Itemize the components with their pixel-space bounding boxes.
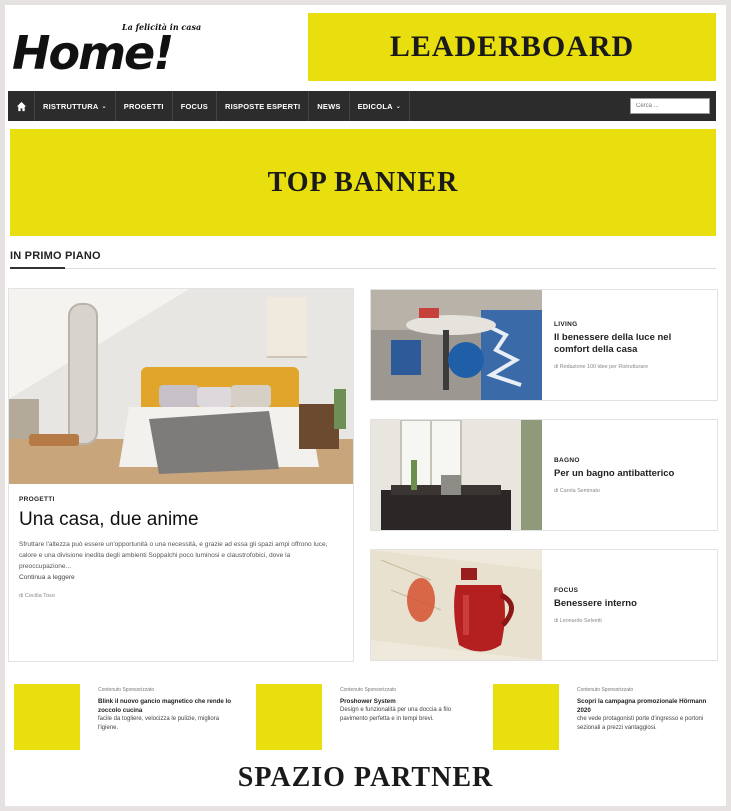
top-banner-ad[interactable]: TOP BANNER bbox=[10, 129, 716, 236]
article-title[interactable]: Il benessere della luce nel comfort dell… bbox=[554, 332, 709, 356]
sponsored-label: Contenuto Sponsorizzato bbox=[577, 687, 634, 693]
article-category[interactable]: LIVING bbox=[554, 321, 709, 328]
article-byline: di Leonardo Selvetti bbox=[554, 617, 602, 624]
side-article-bagno[interactable]: BAGNO Per un bagno antibatterico di Caro… bbox=[370, 419, 718, 531]
dining-photo bbox=[371, 290, 542, 400]
search-input[interactable] bbox=[630, 98, 710, 114]
bedroom-photo bbox=[9, 289, 353, 484]
side-article-focus[interactable]: FOCUS Benessere interno di Leonardo Selv… bbox=[370, 549, 718, 661]
article-title[interactable]: Una casa, due anime bbox=[19, 509, 344, 531]
nav-item-progetti[interactable]: PROGETTI bbox=[116, 91, 173, 121]
side-article-text: BAGNO Per un bagno antibatterico di Caro… bbox=[554, 420, 709, 530]
side-article-image[interactable] bbox=[371, 420, 542, 530]
article-category[interactable]: FOCUS bbox=[554, 587, 709, 594]
nav-item-edicola[interactable]: EDICOLA ⌄ bbox=[350, 91, 410, 121]
bathroom-photo bbox=[371, 420, 542, 530]
nav-item-label: FOCUS bbox=[180, 101, 208, 111]
featured-article[interactable]: PROGETTI Una casa, due anime Sfruttare l… bbox=[8, 288, 354, 662]
nav-item-label: RISTRUTTURA bbox=[43, 101, 99, 111]
nav-item-ristruttura[interactable]: RISTRUTTURA ⌄ bbox=[35, 91, 116, 121]
chevron-down-icon: ⌄ bbox=[101, 103, 107, 110]
site-logo[interactable]: La felicità in casa Home! bbox=[10, 12, 215, 82]
sponsored-label: Contenuto Sponsorizzato bbox=[98, 687, 155, 693]
sponsored-label: Contenuto Sponsorizzato bbox=[340, 687, 397, 693]
partner-space-label: SPAZIO PARTNER bbox=[237, 762, 494, 793]
side-article-text: FOCUS Benessere interno di Leonardo Selv… bbox=[554, 550, 709, 660]
nav-item-label: EDICOLA bbox=[357, 101, 393, 111]
sponsored-description: facile da togliere, velocizza le pulizie… bbox=[98, 716, 220, 731]
section-title: IN PRIMO PIANO bbox=[10, 250, 101, 262]
home-icon bbox=[16, 101, 26, 111]
sponsored-text: Contenuto Sponsorizzato Scopri la campag… bbox=[577, 687, 717, 733]
main-nav: RISTRUTTURA ⌄ PROGETTI FOCUS RISPOSTE ESP… bbox=[8, 91, 716, 121]
nav-item-news[interactable]: NEWS bbox=[309, 91, 350, 121]
sponsored-title[interactable]: Scopri la campagna promozionale Hörmann … bbox=[577, 697, 717, 715]
side-article-living[interactable]: LIVING Il benessere della luce nel comfo… bbox=[370, 289, 718, 401]
nav-item-risposte-esperti[interactable]: RISPOSTE ESPERTI bbox=[217, 91, 310, 121]
article-category[interactable]: PROGETTI bbox=[19, 496, 344, 503]
sponsored-thumbnail[interactable] bbox=[14, 684, 80, 750]
article-title[interactable]: Benessere interno bbox=[554, 598, 709, 610]
sponsored-thumbnail[interactable] bbox=[493, 684, 559, 750]
article-byline: di Carola Seminato bbox=[554, 487, 600, 494]
sponsored-title[interactable]: Proshower System bbox=[340, 697, 480, 706]
sponsored-text: Contenuto Sponsorizzato Proshower System… bbox=[340, 687, 480, 724]
nav-item-label: PROGETTI bbox=[123, 101, 164, 111]
sponsored-description: Design e funzionalità per una doccia a f… bbox=[340, 707, 452, 722]
article-byline: di Redazione 100 idee per Ristrutturare bbox=[554, 363, 649, 370]
leaderboard-ad[interactable]: LEADERBOARD bbox=[308, 13, 716, 81]
article-byline: di Cecilia Toso bbox=[19, 593, 55, 599]
featured-article-body: PROGETTI Una casa, due anime Sfruttare l… bbox=[19, 496, 344, 599]
sponsored-title[interactable]: Blink il nuovo gancio magnetico che rend… bbox=[98, 697, 238, 715]
nav-item-label: RISPOSTE ESPERTI bbox=[224, 101, 301, 111]
nav-home-button[interactable] bbox=[8, 91, 35, 121]
article-title[interactable]: Per un bagno antibatterico bbox=[554, 468, 709, 480]
thermos-photo bbox=[371, 550, 542, 660]
section-divider bbox=[10, 268, 716, 269]
logo-wordmark: Home! bbox=[12, 26, 174, 80]
chevron-down-icon: ⌄ bbox=[395, 103, 401, 110]
nav-item-focus[interactable]: FOCUS bbox=[173, 91, 217, 121]
sponsored-description: che vede protagonisti porte d'ingresso e… bbox=[577, 716, 704, 731]
featured-article-image[interactable] bbox=[9, 289, 353, 484]
article-category[interactable]: BAGNO bbox=[554, 457, 709, 464]
section-divider-accent bbox=[10, 267, 65, 269]
side-article-image[interactable] bbox=[371, 290, 542, 400]
sponsored-text: Contenuto Sponsorizzato Blink il nuovo g… bbox=[98, 687, 238, 733]
side-article-text: LIVING Il benessere della luce nel comfo… bbox=[554, 290, 709, 400]
sponsored-thumbnail[interactable] bbox=[256, 684, 322, 750]
side-article-image[interactable] bbox=[371, 550, 542, 660]
article-excerpt: Sfruttare l'altezza può essere un'opport… bbox=[19, 541, 328, 570]
nav-item-label: NEWS bbox=[317, 101, 341, 111]
read-more-link[interactable]: Continua a leggere bbox=[19, 574, 344, 581]
